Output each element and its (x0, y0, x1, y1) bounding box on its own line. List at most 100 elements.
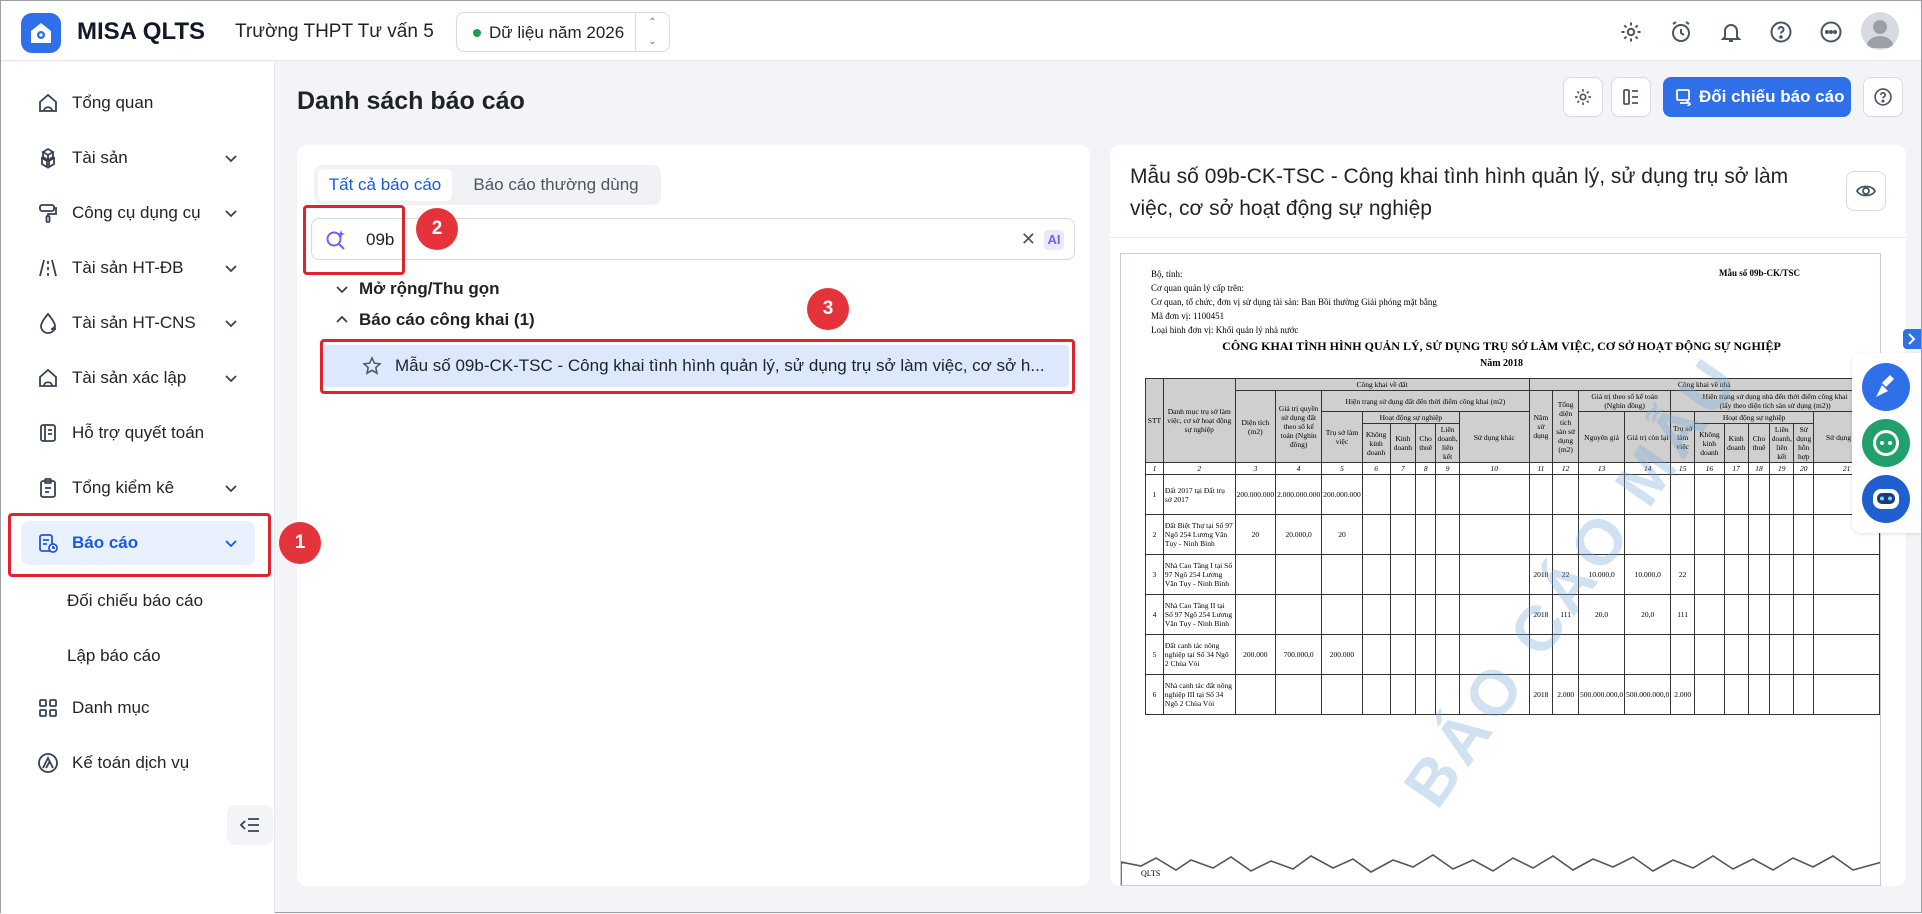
broom-icon[interactable] (1862, 363, 1910, 411)
table-cell-ts (1321, 554, 1363, 595)
table-cell-empty (1435, 634, 1461, 675)
view-button[interactable] (1846, 171, 1886, 211)
table-cell-empty (1361, 474, 1391, 515)
annotation-box-1 (8, 513, 271, 577)
sidebar-item-tai-san[interactable]: Tài sản (21, 136, 255, 180)
grid-icon (39, 699, 57, 717)
table-cell-empty (1415, 514, 1437, 555)
table-cell-stt: 3 (1145, 554, 1164, 595)
gear-icon[interactable] (1617, 18, 1645, 46)
table-cell-empty (1813, 554, 1880, 595)
sidebar-item-ho-tro-quyet-toan[interactable]: Hỗ trợ quyết toán (21, 411, 255, 455)
th-gia-tri-qsd: Giá trị quyền sử dụng đất theo sổ kế toá… (1275, 390, 1323, 463)
bell-icon[interactable] (1717, 18, 1745, 46)
settings-button[interactable] (1563, 77, 1603, 117)
table-cell-empty (1459, 514, 1530, 555)
column-number: 8 (1415, 462, 1437, 475)
tab-frequent-reports[interactable]: Báo cáo thường dùng (456, 169, 656, 201)
primary-button-label: Đối chiếu báo cáo (1699, 87, 1845, 106)
clear-search-icon[interactable]: ✕ (1021, 229, 1036, 250)
column-number: 9 (1435, 462, 1461, 475)
chat-icon[interactable] (1862, 419, 1910, 467)
tab-all-reports[interactable]: Tất cả báo cáo (318, 169, 452, 201)
alarm-clock-icon[interactable] (1667, 18, 1695, 46)
report-group-public[interactable]: Báo cáo công khai (1) (359, 310, 535, 330)
expand-rail-button[interactable] (1903, 329, 1921, 349)
sidebar-item-ke-toan-dich-vu[interactable]: Kế toán dịch vụ (21, 741, 255, 785)
table-cell-empty (1694, 674, 1725, 715)
doc-footer: QLTS (1141, 869, 1161, 878)
preview-title: Mẫu số 09b-CK-TSC - Công khai tình hình … (1130, 165, 1789, 220)
column-number: 10 (1459, 462, 1530, 475)
column-number: 5 (1321, 462, 1363, 475)
column-number: 11 (1528, 462, 1554, 475)
misa-logo-icon[interactable] (21, 13, 61, 53)
report-preview-panel: Mẫu số 09b-CK-TSC - Công khai tình hình … (1110, 145, 1906, 886)
help-button[interactable] (1863, 77, 1903, 117)
table-cell-empty (1415, 674, 1437, 715)
collapse-sidebar-button[interactable] (227, 805, 273, 845)
org-name[interactable]: Trường THPT Tư vấn 5 (235, 21, 434, 43)
sidebar-item-cong-cu-dung-cu[interactable]: Công cụ dụng cụ (21, 191, 255, 235)
sidebar-item-label: Danh mục (72, 698, 150, 717)
book-icon (40, 424, 56, 442)
ai-badge[interactable]: AI (1044, 230, 1064, 250)
sidebar-item-danh-muc[interactable]: Danh mục (21, 686, 255, 730)
table-cell-gtcl: 10.000,0 (1624, 554, 1672, 595)
sidebar: Tổng quan Tài sản Công cụ dụng cụ Tài sả… (1, 62, 275, 914)
chevron-down-icon[interactable]: ⌄ (636, 32, 669, 51)
compare-icon (1676, 89, 1692, 106)
sidebar-item-tai-san-ht-db[interactable]: Tài sản HT-ĐB (21, 246, 255, 290)
table-cell-gt (1275, 674, 1323, 715)
sidebar-subitem-lap-bao-cao[interactable]: Lập báo cáo (67, 646, 161, 666)
help-icon (1874, 88, 1892, 106)
table-cell-empty (1747, 594, 1771, 635)
sidebar-subitem-doi-chieu-bao-cao[interactable]: Đối chiếu báo cáo (67, 591, 203, 611)
boxes-icon (41, 147, 55, 169)
app-window: MISA QLTS Trường THPT Tư vấn 5 Dữ liệu n… (0, 0, 1922, 914)
table-cell-empty (1747, 674, 1771, 715)
data-year-select[interactable]: Dữ liệu năm 2026 ⌃ ⌄ (456, 12, 670, 52)
layout-toggle-button[interactable] (1611, 77, 1651, 117)
table-cell-empty (1769, 554, 1795, 595)
table-cell-stt: 6 (1145, 674, 1164, 715)
table-cell-empty (1747, 634, 1771, 675)
avatar[interactable] (1861, 12, 1899, 50)
expand-collapse-toggle[interactable]: Mở rộng/Thu gọn (359, 279, 500, 299)
sidebar-item-tai-san-xac-lap[interactable]: Tài sản xác lập (21, 356, 255, 400)
table-cell-dt (1234, 594, 1277, 635)
table-cell-empty (1793, 674, 1815, 715)
table-cell-empty (1793, 634, 1815, 675)
table-cell-empty (1723, 514, 1749, 555)
th-tong-dien-tich-san: Tổng diện tích sàn sử dụng (m2) (1552, 390, 1579, 463)
doc-year: Năm 2018 (1479, 358, 1524, 369)
th-hien-trang-dat: Hiện trạng sử dụng đất đến thời điểm côn… (1321, 390, 1530, 412)
sidebar-item-tai-san-ht-cns[interactable]: Tài sản HT-CNS (21, 301, 255, 345)
table-cell-empty (1769, 474, 1795, 515)
table-cell-dt (1234, 674, 1277, 715)
doc-header-line: Mã đơn vị: 1100451 (1151, 311, 1225, 321)
table-cell-empty (1813, 674, 1880, 715)
table-cell-empty (1793, 554, 1815, 595)
more-icon[interactable] (1817, 18, 1845, 46)
chevron-up-icon[interactable]: ⌃ (636, 13, 669, 32)
column-number: 20 (1793, 462, 1815, 475)
robot-assistant-icon[interactable] (1862, 475, 1910, 523)
year-stepper[interactable]: ⌃ ⌄ (635, 13, 669, 51)
doi-chieu-bao-cao-button[interactable]: Đối chiếu báo cáo (1663, 77, 1851, 117)
report-tabs: Tất cả báo cáo Báo cáo thường dùng (314, 165, 661, 205)
data-year-label: Dữ liệu năm 2026 (489, 23, 625, 42)
sidebar-item-tong-quan[interactable]: Tổng quan (21, 81, 255, 125)
app-name: MISA QLTS (77, 18, 205, 45)
annotation-number-2: 2 (416, 208, 458, 250)
table-cell-gtcl: 500.000.000,0 (1624, 674, 1672, 715)
table-cell-empty (1723, 594, 1749, 635)
table-cell-empty (1361, 634, 1391, 675)
chevron-down-icon (225, 320, 237, 328)
chevron-down-icon[interactable] (335, 282, 349, 296)
chevron-up-icon[interactable] (335, 313, 349, 327)
table-cell-empty (1793, 594, 1815, 635)
sidebar-item-label: Hỗ trợ quyết toán (72, 423, 205, 442)
sidebar-item-tong-kiem-ke[interactable]: Tổng kiểm kê (21, 466, 255, 510)
help-icon[interactable] (1767, 18, 1795, 46)
